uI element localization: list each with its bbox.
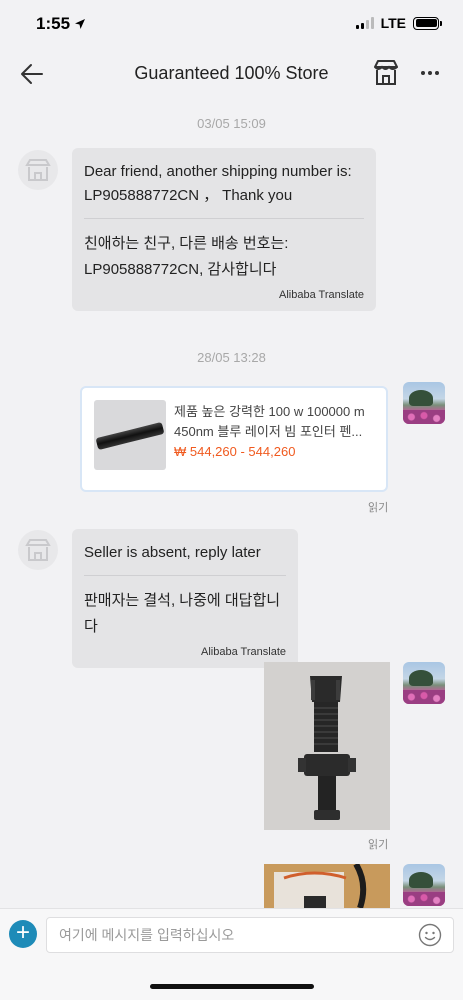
sent-photo[interactable] bbox=[264, 662, 390, 830]
message-input[interactable] bbox=[46, 917, 454, 953]
read-receipt: 읽기 bbox=[368, 839, 389, 851]
home-indicator bbox=[150, 984, 314, 989]
product-price: ₩ 544,260 - 544,260 bbox=[174, 444, 296, 459]
read-receipt: 읽기 bbox=[368, 502, 389, 514]
timestamp: 03/05 15:09 bbox=[197, 116, 266, 131]
user-avatar bbox=[403, 382, 445, 424]
divider bbox=[84, 218, 364, 219]
incoming-message: Seller is absent, reply later 판매자는 결석, 나… bbox=[72, 529, 298, 668]
store-avatar-icon bbox=[25, 539, 51, 561]
chat-header: Guaranteed 100% Store bbox=[0, 48, 463, 100]
product-card[interactable]: 제품 높은 강력한 100 w 100000 m 450nm 블루 레이저 빔 … bbox=[80, 386, 388, 492]
message-original-text: Dear friend, another shipping number is:… bbox=[84, 163, 352, 204]
store-icon[interactable] bbox=[371, 58, 401, 88]
message-translated-text: 친애하는 친구, 다른 배송 번호는: LP905888772CN, 감사합니다 bbox=[84, 235, 289, 278]
store-avatar bbox=[18, 150, 58, 190]
product-image bbox=[94, 400, 166, 470]
translate-tag: Alibaba Translate bbox=[201, 646, 286, 658]
status-right: LTE bbox=[355, 15, 442, 31]
more-options-icon[interactable] bbox=[417, 60, 443, 86]
user-avatar bbox=[403, 864, 445, 906]
network-label: LTE bbox=[380, 15, 406, 31]
incoming-message: Dear friend, another shipping number is:… bbox=[72, 148, 376, 311]
package-photo bbox=[264, 864, 390, 908]
store-avatar-icon bbox=[25, 159, 51, 181]
status-time: 1:55 bbox=[36, 14, 86, 34]
translate-tag: Alibaba Translate bbox=[279, 289, 364, 301]
add-attachment-button[interactable]: + bbox=[9, 920, 37, 948]
divider bbox=[84, 575, 286, 576]
store-avatar bbox=[18, 530, 58, 570]
message-translated-text: 판매자는 결석, 나중에 대답합니다 bbox=[84, 592, 281, 635]
laser-part-photo bbox=[264, 662, 390, 830]
message-original-text: Seller is absent, reply later bbox=[84, 544, 261, 561]
time-text: 1:55 bbox=[36, 14, 71, 33]
location-arrow-icon bbox=[75, 19, 86, 29]
status-bar: 1:55 LTE bbox=[0, 0, 463, 48]
sent-photo[interactable] bbox=[264, 864, 390, 908]
timestamp: 28/05 13:28 bbox=[197, 350, 266, 365]
battery-icon bbox=[413, 16, 442, 30]
product-title: 제품 높은 강력한 100 w 100000 m 450nm 블루 레이저 빔 … bbox=[174, 404, 365, 439]
signal-icon bbox=[355, 17, 374, 29]
emoji-icon[interactable] bbox=[418, 923, 442, 947]
user-avatar bbox=[403, 662, 445, 704]
